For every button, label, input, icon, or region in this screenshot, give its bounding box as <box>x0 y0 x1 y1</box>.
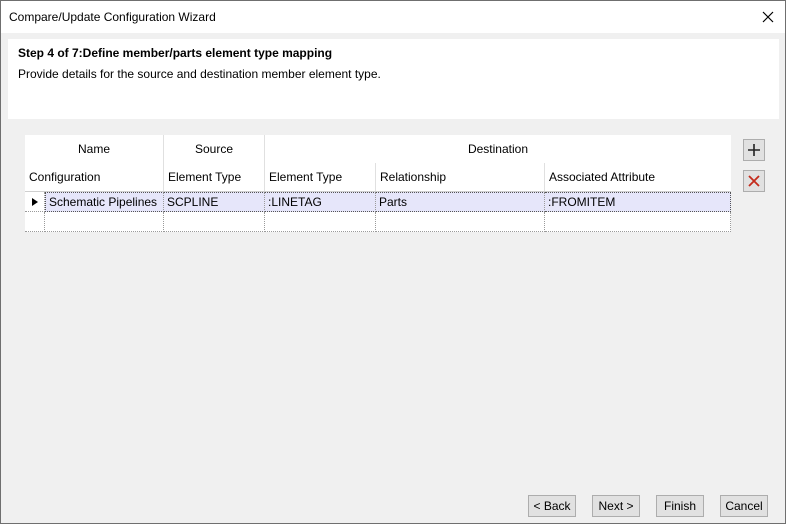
close-button[interactable] <box>751 1 785 33</box>
cell-relationship[interactable]: Parts <box>376 192 545 212</box>
wizard-window: Compare/Update Configuration Wizard Step… <box>0 0 786 524</box>
title-bar: Compare/Update Configuration Wizard <box>1 1 785 33</box>
grid-column-header-row: Configuration Element Type Element Type … <box>25 163 731 192</box>
group-header-destination: Destination <box>467 142 529 156</box>
table-row-new[interactable] <box>25 212 731 232</box>
cell-destination-element-type[interactable] <box>265 212 376 232</box>
cell-associated-attribute[interactable]: :FROMITEM <box>545 192 731 212</box>
cell-configuration[interactable] <box>45 212 164 232</box>
window-title: Compare/Update Configuration Wizard <box>9 10 216 24</box>
current-row-arrow-icon <box>31 197 38 206</box>
cell-associated-attribute[interactable] <box>545 212 731 232</box>
add-row-button[interactable] <box>743 139 765 161</box>
table-row[interactable]: Schematic Pipelines SCPLINE :LINETAG Par… <box>25 192 731 212</box>
group-header-source: Source <box>164 135 265 163</box>
finish-button[interactable]: Finish <box>656 495 704 517</box>
cell-source-element-type[interactable] <box>164 212 265 232</box>
mapping-grid: Name Source Destination Configuration El… <box>25 135 731 233</box>
row-selector[interactable] <box>25 212 45 232</box>
cell-source-element-type[interactable]: SCPLINE <box>164 192 265 212</box>
next-button[interactable]: Next > <box>592 495 640 517</box>
cancel-button[interactable]: Cancel <box>720 495 768 517</box>
column-header-source-element-type[interactable]: Element Type <box>164 163 265 191</box>
step-description: Provide details for the source and desti… <box>18 67 381 81</box>
delete-row-button[interactable] <box>743 170 765 192</box>
plus-icon <box>748 144 760 156</box>
step-header-panel: Step 4 of 7:Define member/parts element … <box>8 39 779 119</box>
back-button[interactable]: < Back <box>528 495 576 517</box>
close-icon <box>762 11 774 23</box>
delete-x-icon <box>748 175 760 187</box>
column-header-relationship[interactable]: Relationship <box>376 163 545 191</box>
cell-destination-element-type[interactable]: :LINETAG <box>265 192 376 212</box>
column-header-associated-attribute[interactable]: Associated Attribute <box>545 163 731 191</box>
column-header-destination-element-type[interactable]: Element Type <box>265 163 376 191</box>
group-header-name: Name <box>25 135 164 163</box>
row-selector[interactable] <box>25 192 45 212</box>
step-title: Step 4 of 7:Define member/parts element … <box>18 46 333 60</box>
column-header-configuration[interactable]: Configuration <box>25 163 164 191</box>
cell-relationship[interactable] <box>376 212 545 232</box>
cell-configuration[interactable]: Schematic Pipelines <box>45 192 164 212</box>
grid-group-header-row: Name Source Destination <box>25 135 731 164</box>
